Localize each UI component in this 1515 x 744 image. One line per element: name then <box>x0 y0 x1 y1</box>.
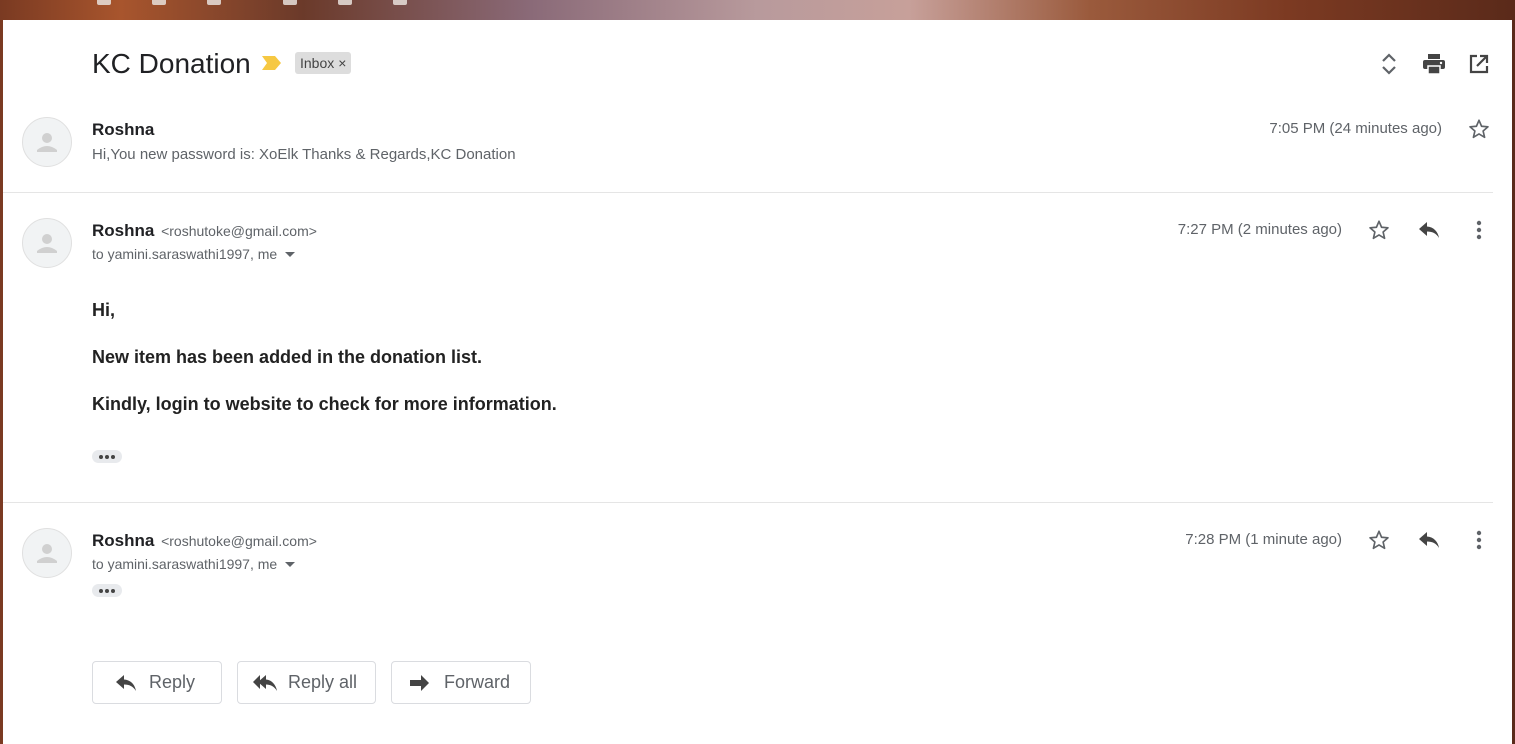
forward-icon <box>410 674 429 691</box>
reply-icon <box>116 674 136 691</box>
show-trimmed-content-button[interactable] <box>92 584 122 597</box>
show-details-caret-icon[interactable] <box>285 251 296 257</box>
person-icon <box>37 133 57 152</box>
important-marker-icon[interactable] <box>262 55 282 71</box>
forward-action-button[interactable]: Forward <box>391 661 531 704</box>
toolbar-icon <box>338 0 352 5</box>
expand-all-button[interactable] <box>1375 50 1403 78</box>
unfold-more-icon <box>1382 53 1396 75</box>
inbox-label-chip: Inbox × <box>295 52 352 74</box>
print-icon <box>1423 54 1445 75</box>
person-icon <box>37 234 57 253</box>
message-snippet[interactable]: Hi,You new password is: XoElk Thanks & R… <box>92 146 516 163</box>
remove-label-button[interactable]: × <box>338 52 346 74</box>
reply-label: Reply <box>149 672 196 692</box>
message-body-line: New item has been added in the donation … <box>92 347 483 367</box>
toolbar-icon <box>207 0 221 5</box>
sender-email: <roshutoke@gmail.com> <box>161 533 317 549</box>
reply-action-button[interactable]: Reply <box>92 661 222 704</box>
star-button[interactable] <box>1365 526 1393 554</box>
message-time: 7:05 PM (24 minutes ago) <box>1269 120 1442 137</box>
star-button[interactable] <box>1365 216 1393 244</box>
sender-line[interactable]: Roshna <roshutoke@gmail.com> <box>92 531 317 551</box>
message-body-line: Kindly, login to website to check for mo… <box>92 394 557 414</box>
more-options-button[interactable] <box>1465 216 1493 244</box>
more-vert-icon <box>1476 220 1482 240</box>
star-outline-icon <box>1469 119 1489 139</box>
open-in-new-window-button[interactable] <box>1465 50 1493 78</box>
avatar <box>22 117 72 167</box>
star-outline-icon <box>1369 220 1389 240</box>
email-thread-pane: KC Donation Inbox × Roshna Hi,You new pa… <box>3 20 1512 744</box>
sender-line[interactable]: Roshna <roshutoke@gmail.com> <box>92 221 317 241</box>
toolbar-icon <box>283 0 297 5</box>
person-icon <box>37 544 57 563</box>
star-button[interactable] <box>1465 115 1493 143</box>
recipients-line: to yamini.saraswathi1997, me <box>92 246 296 262</box>
label-text: Inbox <box>300 55 335 71</box>
reply-all-label: Reply all <box>288 672 358 692</box>
sender-name: Roshna <box>92 221 155 240</box>
more-options-button[interactable] <box>1465 526 1493 554</box>
reply-button[interactable] <box>1415 216 1443 244</box>
avatar <box>22 528 72 578</box>
reply-icon <box>1419 532 1439 548</box>
message-time: 7:27 PM (2 minutes ago) <box>1177 221 1342 238</box>
sender-email: <roshutoke@gmail.com> <box>161 223 317 239</box>
message-body-line: Hi, <box>92 300 116 320</box>
star-outline-icon <box>1369 530 1389 550</box>
recipients-text: to yamini.saraswathi1997, me <box>92 246 278 262</box>
open-in-new-icon <box>1469 54 1489 74</box>
message-divider <box>3 192 1493 193</box>
show-trimmed-content-button[interactable] <box>92 450 122 463</box>
toolbar-icon <box>152 0 166 5</box>
sender-name[interactable]: Roshna <box>92 120 154 140</box>
toolbar-icon <box>393 0 407 5</box>
message-divider <box>3 502 1493 503</box>
more-vert-icon <box>1476 530 1482 550</box>
recipients-text: to yamini.saraswathi1997, me <box>92 556 278 572</box>
avatar <box>22 218 72 268</box>
reply-button[interactable] <box>1415 526 1443 554</box>
recipients-line: to yamini.saraswathi1997, me <box>92 556 296 572</box>
toolbar-icon <box>97 0 111 5</box>
print-all-button[interactable] <box>1420 50 1448 78</box>
show-details-caret-icon[interactable] <box>285 561 296 567</box>
sender-name: Roshna <box>92 531 155 550</box>
reply-icon <box>1419 222 1439 238</box>
reply-all-action-button[interactable]: Reply all <box>237 661 376 704</box>
forward-label: Forward <box>444 672 511 692</box>
thread-subject: KC Donation <box>92 48 251 79</box>
message-time: 7:28 PM (1 minute ago) <box>1185 531 1342 548</box>
reply-all-icon <box>253 674 277 691</box>
background-toolbar-strip <box>0 0 1515 22</box>
